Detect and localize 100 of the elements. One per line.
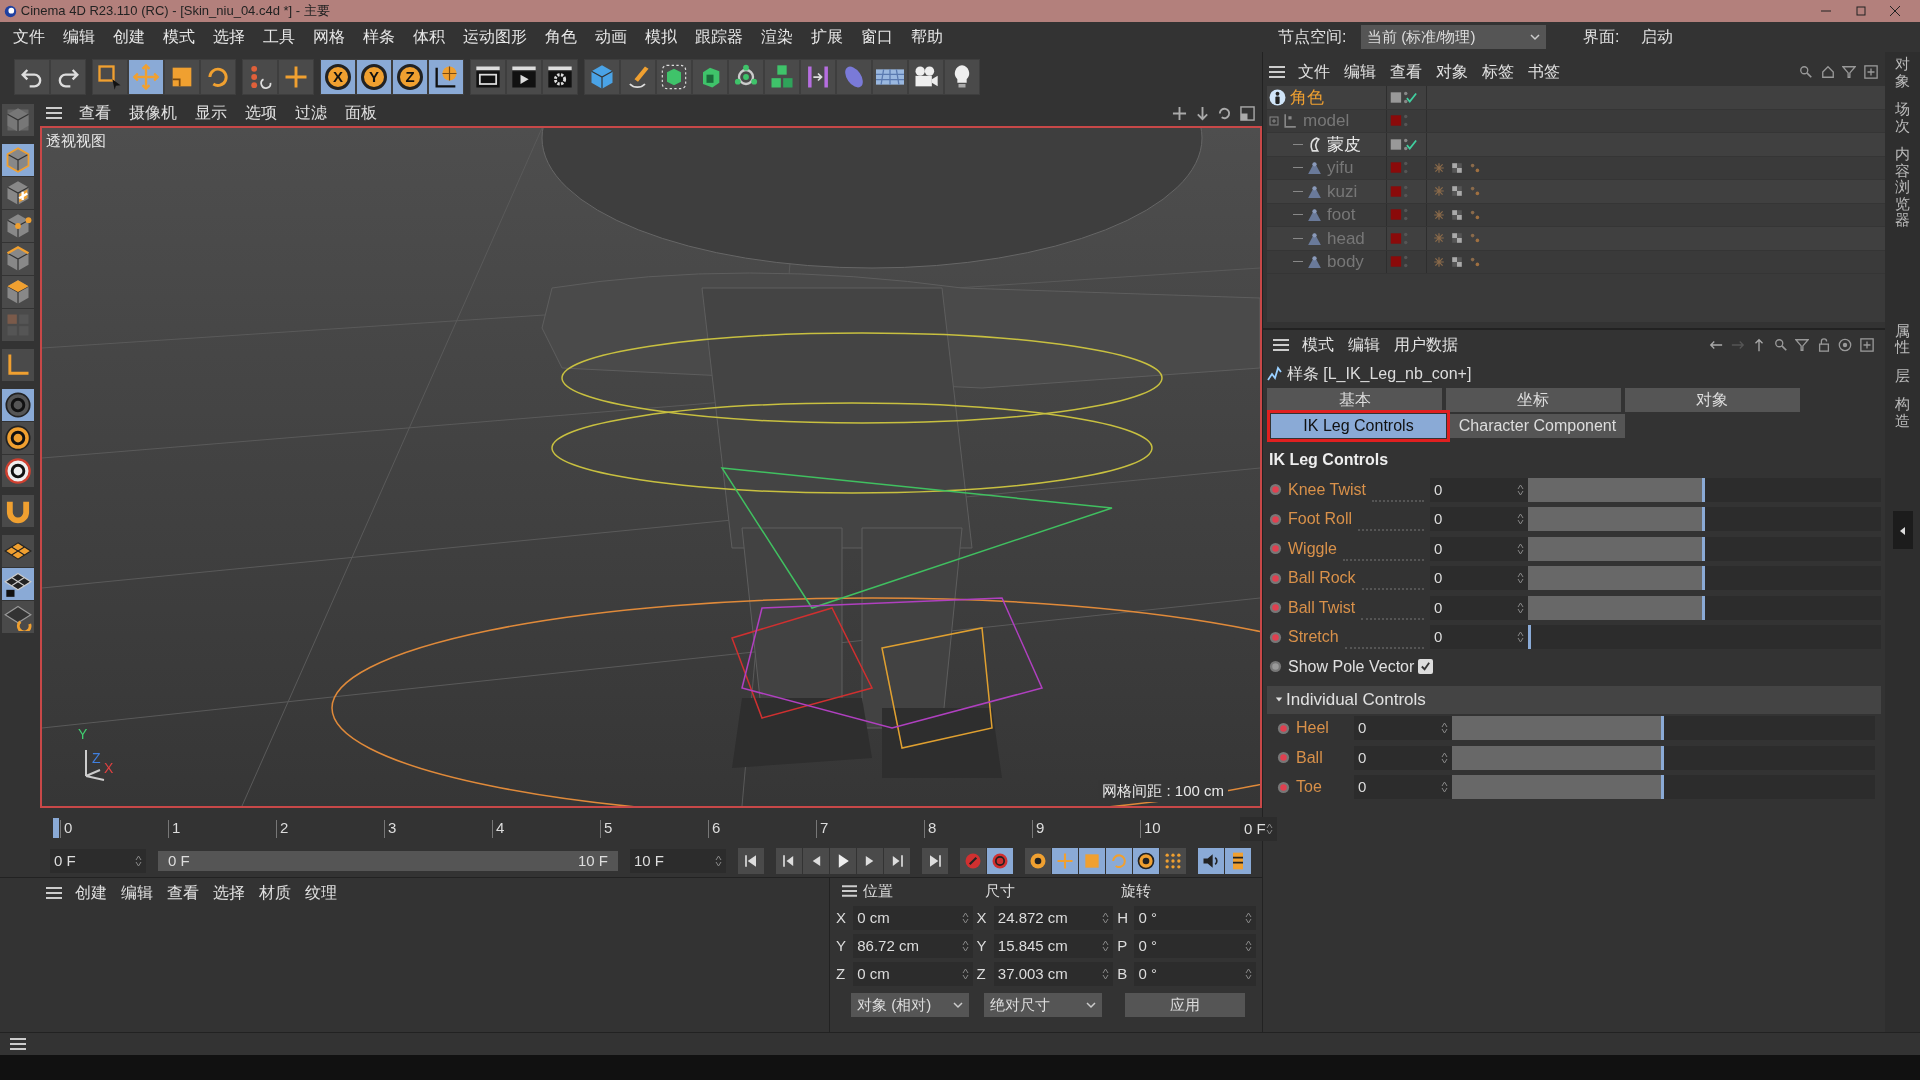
- frame-field[interactable]: 10 F: [630, 849, 726, 873]
- mode-button[interactable]: [2, 568, 34, 600]
- keyframe-dot-icon[interactable]: [1269, 601, 1282, 615]
- pan-icon[interactable]: [1172, 105, 1187, 121]
- playback-button[interactable]: [1160, 848, 1186, 874]
- menu-item[interactable]: 运动图形: [453, 25, 536, 49]
- panel-toggle-icon[interactable]: [1239, 105, 1255, 121]
- collapse-triangle-icon[interactable]: [1275, 695, 1283, 704]
- menu-item[interactable]: 渲染: [751, 25, 802, 49]
- frame-field[interactable]: 0 F: [50, 849, 146, 873]
- mode-button[interactable]: [2, 177, 34, 209]
- slider-fill[interactable]: [1452, 745, 1664, 770]
- mode-button[interactable]: [2, 389, 34, 421]
- axis-lock-button[interactable]: Y: [357, 60, 391, 94]
- number-field[interactable]: 0 °: [1134, 961, 1256, 986]
- axis-lock-button[interactable]: Z: [393, 60, 427, 94]
- frame-field[interactable]: 0 F: [1240, 816, 1277, 841]
- menu-item[interactable]: 纹理: [298, 881, 344, 905]
- slider-fill[interactable]: [1452, 716, 1664, 741]
- menu-item[interactable]: 摄像机: [122, 101, 184, 125]
- number-field[interactable]: 15.845 cm: [993, 934, 1114, 958]
- keyframe-dot-icon[interactable]: [1277, 721, 1290, 735]
- menu-item[interactable]: 创建: [103, 25, 154, 49]
- menu-item[interactable]: 模式: [153, 25, 204, 49]
- playback-button[interactable]: [1225, 848, 1251, 874]
- collapse-handle[interactable]: [1892, 511, 1913, 549]
- menu-item[interactable]: 模式: [1295, 333, 1341, 357]
- target-icon[interactable]: [1838, 338, 1852, 352]
- keyframe-dot-icon[interactable]: [1277, 780, 1290, 794]
- mode-button[interactable]: [2, 535, 34, 567]
- layout-value[interactable]: 启动: [1634, 25, 1680, 49]
- number-field[interactable]: 0: [1354, 775, 1452, 800]
- tool-button[interactable]: [471, 60, 505, 94]
- close-icon[interactable]: [1889, 5, 1902, 17]
- menu-item[interactable]: 创建: [68, 881, 114, 905]
- slider-fill[interactable]: [1452, 775, 1664, 800]
- checker-tag-icon[interactable]: [1451, 161, 1463, 174]
- mode-button[interactable]: [2, 455, 34, 487]
- tool-button[interactable]: [657, 60, 691, 94]
- menu-item[interactable]: 动画: [585, 25, 636, 49]
- dots-tag-icon[interactable]: [1469, 255, 1481, 268]
- sparkle-tag-icon[interactable]: [1433, 161, 1445, 174]
- playback-button[interactable]: [803, 848, 829, 874]
- menu-item[interactable]: 文件: [1291, 60, 1337, 84]
- sparkle-tag-icon[interactable]: [1433, 255, 1445, 268]
- playback-button[interactable]: [1133, 848, 1159, 874]
- slider-fill[interactable]: [1528, 477, 1705, 502]
- menu-item[interactable]: 工具: [253, 25, 304, 49]
- menu-item[interactable]: 模拟: [635, 25, 686, 49]
- number-field[interactable]: 0: [1430, 536, 1528, 561]
- home-icon[interactable]: [1820, 65, 1835, 79]
- up-arrow-icon[interactable]: [1752, 338, 1766, 352]
- keyframe-dot-icon[interactable]: [1269, 542, 1282, 556]
- menu-item[interactable]: 体积: [403, 25, 454, 49]
- menu-item[interactable]: 编辑: [1341, 333, 1387, 357]
- playback-button[interactable]: [738, 848, 764, 874]
- dropdown[interactable]: 对象 (相对): [851, 993, 969, 1018]
- search-icon[interactable]: [1799, 65, 1813, 79]
- menu-item[interactable]: 编辑: [114, 881, 160, 905]
- keyframe-dot-icon[interactable]: [1269, 512, 1282, 526]
- playback-button[interactable]: [922, 848, 948, 874]
- keyframe-dot-icon[interactable]: [1269, 660, 1282, 674]
- menu-item[interactable]: 网格: [303, 25, 354, 49]
- number-field[interactable]: 0: [1430, 625, 1528, 650]
- number-field[interactable]: 24.872 cm: [993, 906, 1114, 931]
- number-field[interactable]: 0: [1430, 507, 1528, 532]
- number-field[interactable]: 0: [1430, 566, 1528, 591]
- number-field[interactable]: 0: [1354, 745, 1452, 770]
- checker-tag-icon[interactable]: [1451, 185, 1463, 198]
- slider-fill[interactable]: [1528, 536, 1705, 561]
- menu-item[interactable]: 选择: [206, 881, 252, 905]
- menu-item[interactable]: 窗口: [851, 25, 902, 49]
- menu-item[interactable]: 样条: [353, 25, 404, 49]
- checker-tag-icon[interactable]: [1451, 208, 1463, 221]
- number-field[interactable]: 0 °: [1134, 934, 1256, 958]
- object-name[interactable]: 角色: [1290, 84, 1324, 110]
- axis-lock-button[interactable]: X: [321, 60, 355, 94]
- keyframe-dot-icon[interactable]: [1269, 483, 1282, 497]
- side-tab[interactable]: 对象: [1895, 56, 1910, 89]
- tool-button[interactable]: [909, 60, 943, 94]
- number-field[interactable]: 86.72 cm: [853, 934, 973, 958]
- side-tab[interactable]: 场次: [1895, 101, 1910, 134]
- menu-item[interactable]: 跟踪器: [685, 25, 752, 49]
- keyframe-dot-icon[interactable]: [1269, 571, 1282, 585]
- side-tab[interactable]: 属性: [1895, 322, 1910, 356]
- tab[interactable]: 基本: [1267, 388, 1442, 412]
- dots-tag-icon[interactable]: [1469, 185, 1481, 198]
- menu-item[interactable]: 材质: [252, 881, 298, 905]
- mode-button[interactable]: [2, 601, 34, 633]
- back-arrow-icon[interactable]: [1709, 338, 1723, 352]
- tab[interactable]: 对象: [1624, 388, 1800, 412]
- enabled-check-icon[interactable]: [1390, 89, 1418, 105]
- tool-button[interactable]: [15, 60, 49, 94]
- menu-item[interactable]: 标签: [1475, 60, 1521, 84]
- menu-item[interactable]: 选择: [203, 25, 254, 49]
- menu-item[interactable]: 查看: [1383, 60, 1429, 84]
- keyframe-dot-icon[interactable]: [1269, 630, 1282, 644]
- slider-fill[interactable]: [1528, 507, 1705, 532]
- number-field[interactable]: 0 °: [1134, 906, 1256, 931]
- maximize-icon[interactable]: [1854, 5, 1867, 17]
